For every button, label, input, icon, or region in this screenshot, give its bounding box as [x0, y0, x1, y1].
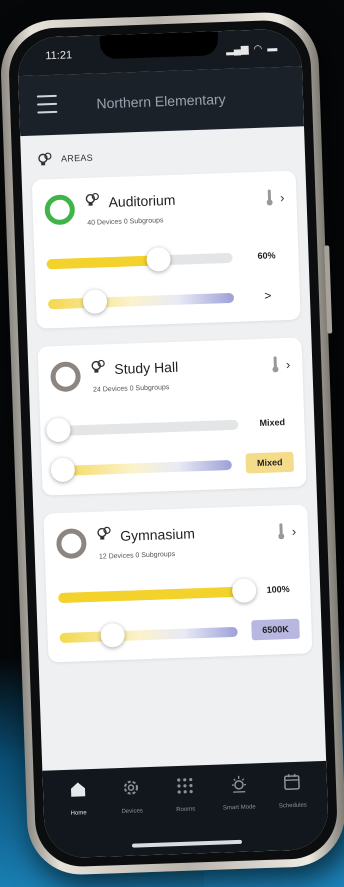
brightness-row: 100% — [58, 576, 299, 610]
tab-home[interactable]: Home — [51, 779, 106, 859]
area-subtitle: 24 Devices 0 Subgroups — [92, 384, 170, 394]
brightness-track — [58, 586, 245, 604]
title-row: Study Hall — [90, 353, 272, 380]
tab-schedules[interactable]: Schedules — [266, 771, 321, 851]
lightbulb-icon — [90, 358, 107, 380]
color-temp-row: Mixed — [50, 449, 295, 483]
color-temp-row: 6500K — [59, 616, 300, 650]
phone-frame: 11:21 ▂▄▆ ◠ ▬ Northern Elementary AREAS … — [0, 10, 344, 877]
area-subtitle: 40 Devices 0 Subgroups — [87, 217, 164, 227]
brightness-row: Mixed — [45, 409, 293, 443]
area-name: Gymnasium — [119, 524, 196, 544]
brightness-slider[interactable] — [46, 244, 233, 276]
home-icon — [67, 779, 88, 805]
card-header: Study Hall 24 Devices 0 Subgroups › — [50, 352, 291, 395]
status-time: 11:21 — [45, 49, 73, 63]
phone-bezel: 11:21 ▂▄▆ ◠ ▬ Northern Elementary AREAS … — [7, 18, 339, 869]
card-actions: › — [266, 189, 285, 206]
chevron-right-icon[interactable]: › — [280, 189, 285, 204]
brightness-value: 100% — [266, 584, 290, 595]
brightness-value: Mixed — [259, 417, 286, 428]
color-temp-slider[interactable] — [47, 284, 235, 316]
tab-label: Smart Mode — [222, 804, 256, 812]
area-name: Auditorium — [108, 191, 176, 210]
chevron-right-icon[interactable]: › — [292, 523, 297, 538]
app-header: Northern Elementary — [18, 66, 305, 137]
brightness-slider[interactable] — [58, 578, 257, 610]
sun-icon — [228, 774, 249, 800]
title-block: Study Hall 24 Devices 0 Subgroups — [90, 353, 273, 394]
area-card[interactable]: Auditorium 40 Devices 0 Subgroups › 60% > — [31, 170, 301, 329]
wifi-icon: ◠ — [253, 43, 263, 55]
tab-label: Schedules — [278, 802, 308, 810]
tab-label: Rooms — [176, 806, 196, 814]
color-temp-slider[interactable] — [59, 618, 238, 650]
main-content: AREAS Auditorium 40 Devices 0 Subgroups › 6… — [20, 126, 322, 663]
page-title: Northern Elementary — [96, 90, 226, 112]
color-temp-slider-thumb[interactable] — [82, 289, 107, 315]
lightbulb-icon — [38, 152, 52, 166]
card-header: Auditorium 40 Devices 0 Subgroups › — [44, 185, 285, 228]
signal-icon: ▂▄▆ — [225, 43, 249, 56]
area-subtitle: 12 Devices 0 Subgroups — [98, 550, 176, 561]
card-header: Gymnasium 12 Devices 0 Subgroups › — [55, 519, 297, 562]
lightbulb-icon — [96, 525, 113, 547]
chevron-right-icon[interactable]: › — [286, 356, 291, 371]
area-name: Study Hall — [114, 358, 179, 377]
tab-label: Devices — [121, 808, 143, 816]
color-temp-track — [53, 459, 232, 477]
bottom-tab-bar: Home Devices Rooms Smart Mode Schedules — [42, 760, 330, 859]
gear-icon — [121, 777, 142, 803]
card-actions: › — [272, 356, 291, 373]
title-block: Gymnasium 12 Devices 0 Subgroups — [96, 519, 279, 561]
card-actions: › — [277, 523, 297, 540]
color-temp-track — [59, 626, 238, 644]
status-ring-icon[interactable] — [55, 528, 87, 560]
color-temp-slider-thumb[interactable] — [100, 622, 126, 648]
status-icons: ▂▄▆ ◠ ▬ — [226, 43, 278, 56]
brightness-value: 60% — [257, 250, 276, 261]
area-card[interactable]: Gymnasium 12 Devices 0 Subgroups › 100% 6500… — [43, 504, 313, 663]
area-card-list: Auditorium 40 Devices 0 Subgroups › 60% > Stu… — [31, 170, 313, 663]
color-temp-track — [47, 292, 235, 310]
brightness-row: 60% — [46, 242, 287, 276]
brightness-track — [46, 252, 233, 270]
color-temp-slider-thumb[interactable] — [50, 457, 76, 483]
title-row: Gymnasium — [96, 519, 278, 546]
title-block: Auditorium 40 Devices 0 Subgroups — [84, 186, 267, 227]
area-card[interactable]: Study Hall 24 Devices 0 Subgroups › Mixed Mi… — [37, 337, 307, 496]
thermometer-icon[interactable] — [272, 356, 279, 373]
grid-icon — [175, 775, 196, 801]
color-temp-value[interactable]: > — [248, 288, 288, 303]
tab-label: Home — [70, 810, 87, 817]
brightness-fill — [58, 586, 245, 604]
areas-section-header: AREAS — [37, 143, 295, 168]
brightness-fill — [46, 255, 159, 270]
status-ring-icon[interactable] — [44, 194, 76, 226]
phone-screen: 11:21 ▂▄▆ ◠ ▬ Northern Elementary AREAS … — [16, 28, 330, 859]
thermometer-icon[interactable] — [266, 189, 273, 206]
hamburger-menu-icon[interactable] — [36, 94, 58, 114]
calendar-icon — [282, 772, 303, 798]
color-temp-row: > — [47, 282, 289, 316]
notch — [99, 31, 219, 60]
color-temp-slider[interactable] — [50, 451, 232, 483]
color-temp-value: 6500K — [251, 618, 300, 641]
brightness-slider[interactable] — [45, 411, 239, 443]
brightness-slider-thumb[interactable] — [145, 246, 171, 272]
title-row: Auditorium — [84, 186, 266, 213]
thermometer-icon[interactable] — [277, 523, 285, 540]
color-temp-value: Mixed — [245, 451, 295, 474]
areas-label: AREAS — [60, 152, 94, 164]
status-ring-icon[interactable] — [50, 361, 82, 393]
battery-icon: ▬ — [267, 42, 278, 54]
brightness-slider-thumb[interactable] — [231, 578, 257, 604]
lightbulb-icon — [84, 191, 101, 213]
side-button — [324, 245, 333, 334]
brightness-track — [52, 419, 239, 437]
brightness-slider-thumb[interactable] — [45, 417, 71, 443]
